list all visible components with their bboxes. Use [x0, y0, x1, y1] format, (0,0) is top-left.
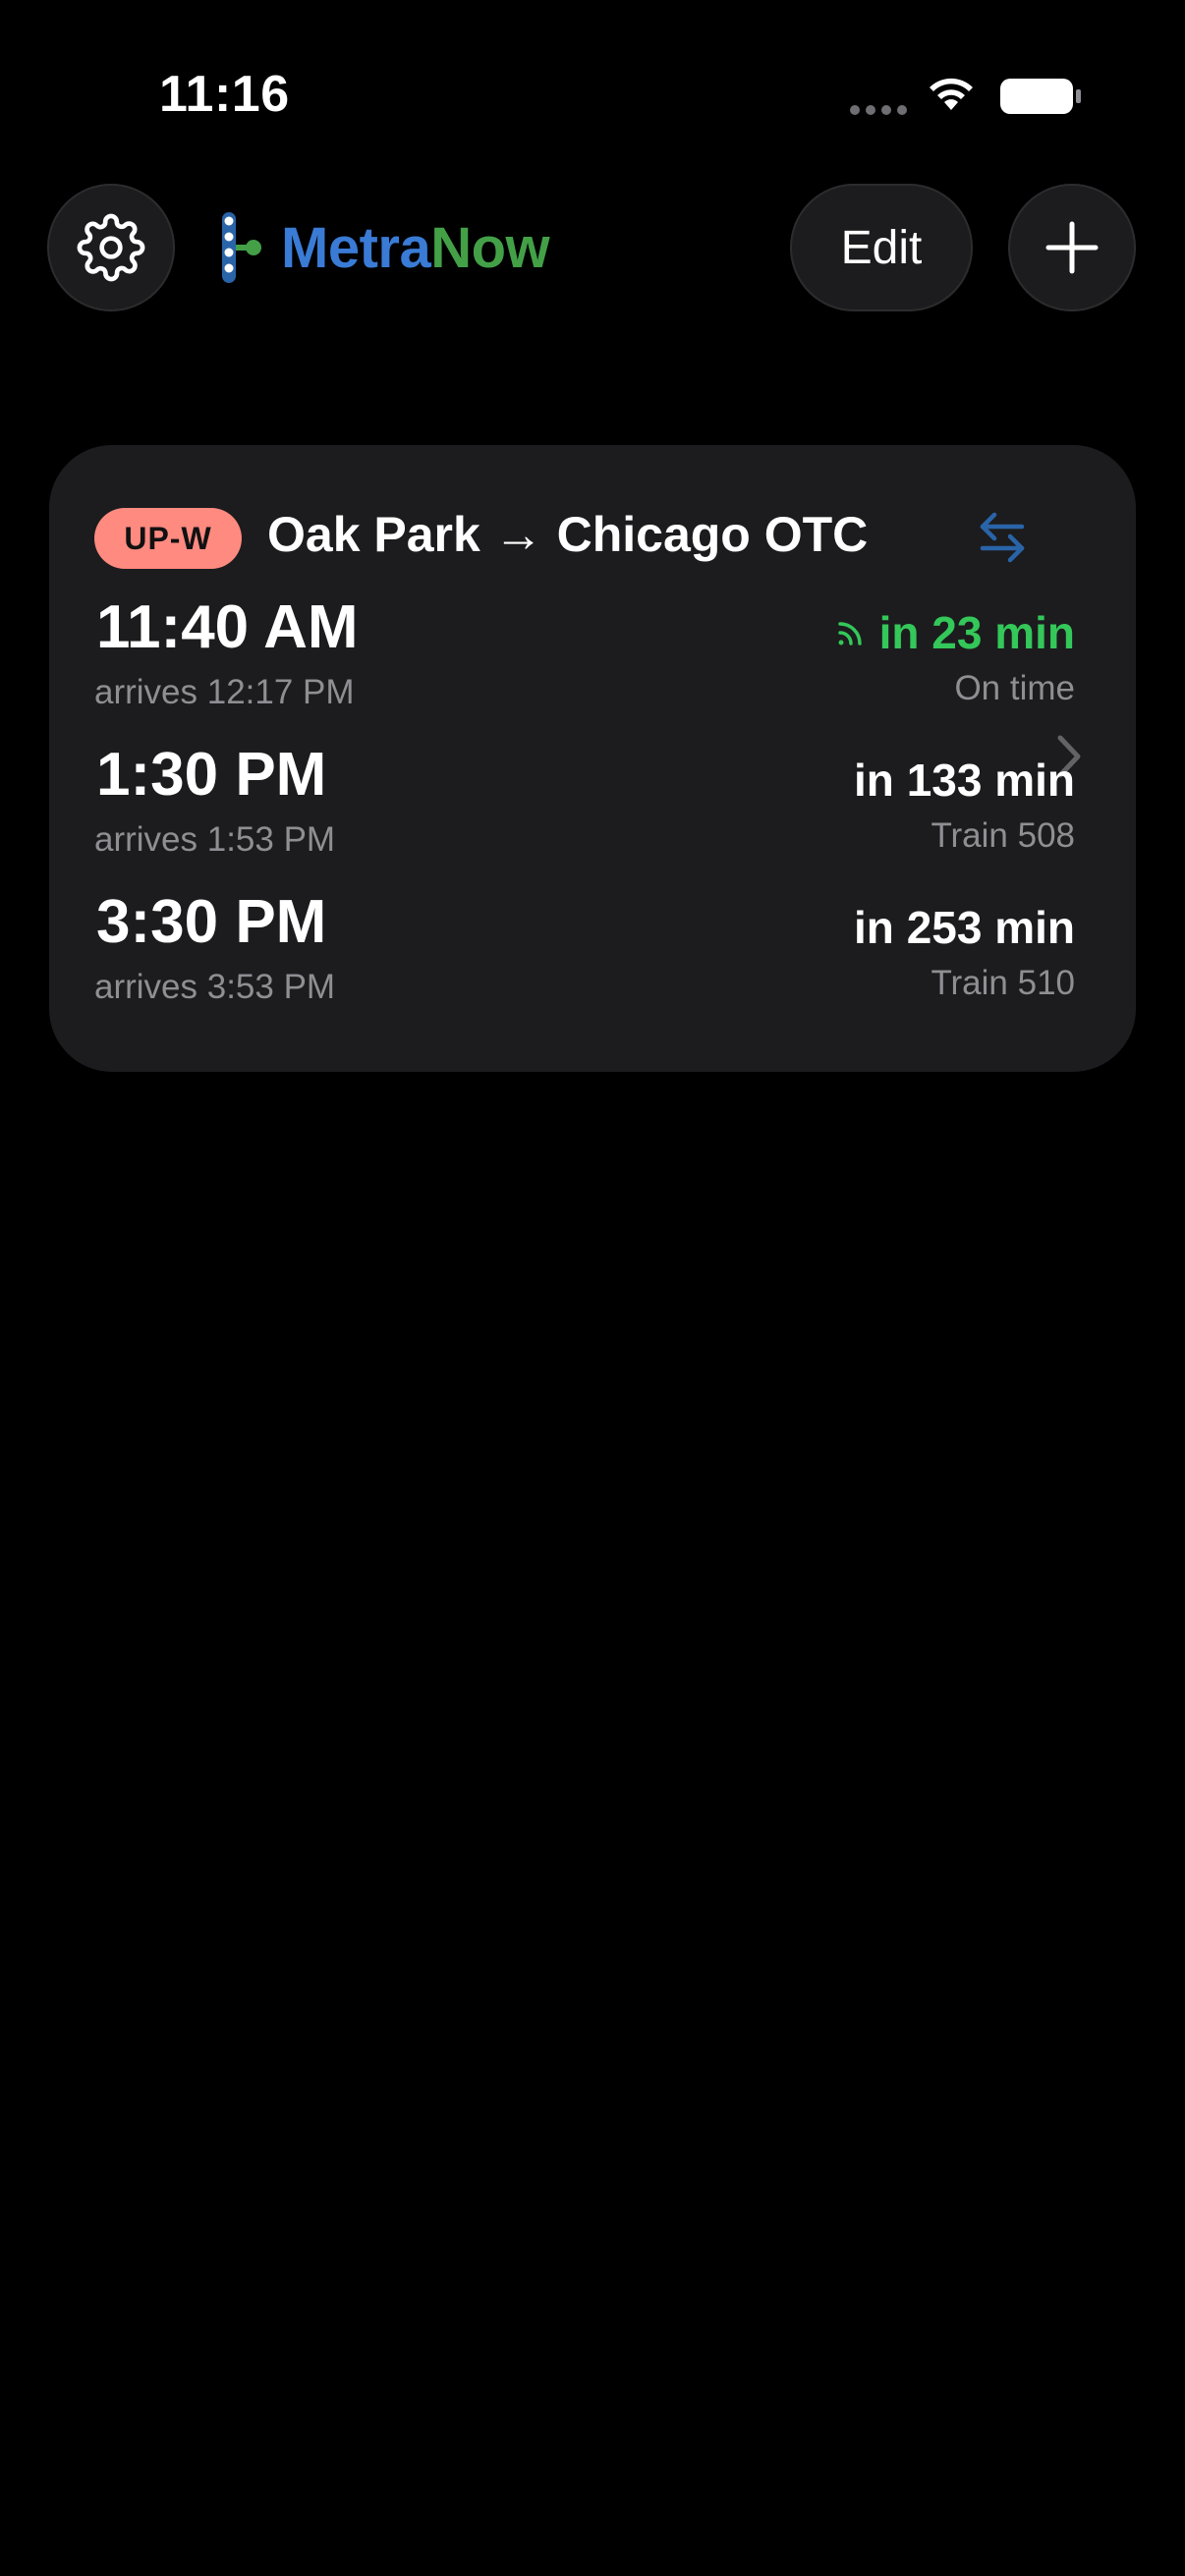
status-bar: 11:16: [0, 0, 1185, 187]
settings-button[interactable]: [47, 184, 175, 311]
countdown-text: in 23 min: [878, 607, 1075, 658]
edit-button[interactable]: Edit: [790, 184, 973, 311]
app-brand: MetraNow: [218, 210, 550, 285]
gear-icon: [77, 213, 145, 282]
status-time: 11:16: [159, 66, 290, 123]
brand-now-text: Now: [430, 215, 550, 280]
swap-arrows-icon[interactable]: [977, 510, 1028, 565]
countdown: in 133 min: [854, 754, 1075, 807]
trip-row[interactable]: 1:30 PM arrives 1:53 PM in 133 min Train…: [94, 740, 1075, 859]
live-tracking-icon: [837, 622, 862, 645]
battery-icon: [1000, 79, 1081, 114]
trip-row[interactable]: 11:40 AM arrives 12:17 PM in 23 min On t…: [94, 592, 1075, 711]
departure-time: 11:40 AM: [96, 593, 359, 661]
wifi-icon: [930, 78, 973, 110]
trip-row[interactable]: 3:30 PM arrives 3:53 PM in 253 min Train…: [94, 887, 1075, 1006]
train-number: Train 510: [931, 964, 1075, 1002]
plus-icon: [1045, 221, 1099, 274]
train-number: Train 508: [931, 816, 1075, 855]
departure-time: 1:30 PM: [96, 741, 327, 809]
signal-dots-icon: [850, 105, 907, 115]
countdown: in 253 min: [854, 901, 1075, 954]
countdown-text: in 133 min: [854, 755, 1075, 806]
metra-logo-icon: [222, 212, 261, 283]
arrival-time: arrives 3:53 PM: [94, 968, 336, 1006]
brand-metra-text: Metra: [281, 215, 431, 280]
trip-status: On time: [954, 669, 1075, 707]
countdown: in 23 min: [836, 606, 1075, 659]
departure-time: 3:30 PM: [96, 888, 327, 956]
add-button[interactable]: [1008, 184, 1136, 311]
arrival-time: arrives 1:53 PM: [94, 820, 336, 859]
route-title: Oak Park → Chicago OTC: [267, 507, 869, 562]
line-badge: UP-W: [94, 508, 242, 569]
route-card[interactable]: UP-W Oak Park → Chicago OTC 11:40 AM arr…: [49, 445, 1136, 1072]
countdown-text: in 253 min: [854, 902, 1075, 953]
arrival-time: arrives 12:17 PM: [94, 673, 355, 711]
